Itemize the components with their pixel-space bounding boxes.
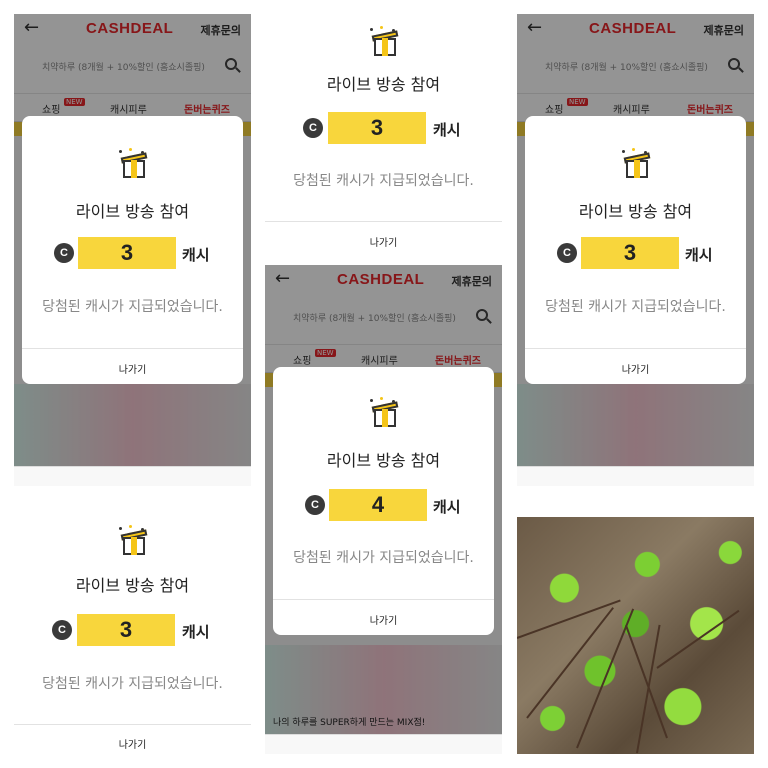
screenshot-panel-2: 라이브 방송 참여 C 3 캐시 당첨된 캐시가 지급되었습니다. 나가기 [265,14,502,251]
cash-unit: 캐시 [182,246,210,264]
exit-button[interactable]: 나가기 [265,234,502,249]
cash-amount: 3 [78,237,176,269]
modal-title: 라이브 방송 참여 [75,202,190,221]
exit-button[interactable]: 나가기 [525,361,746,376]
gift-icon [618,148,654,180]
modal-divider [22,348,243,349]
coin-icon: C [557,243,577,263]
modal-title: 라이브 방송 참여 [326,75,441,94]
exit-button[interactable]: 나가기 [273,612,494,627]
coin-icon: C [52,620,72,640]
modal-divider [525,348,746,349]
screenshot-panel-1: ← CASHDEAL 제휴문의 치약하루 (8개월 + 10%할인 (홈쇼시졸핑… [14,14,251,486]
modal-divider [265,221,502,222]
cash-unit: 캐시 [685,246,713,264]
modal-title: 라이브 방송 참여 [578,202,693,221]
coin-icon: C [303,118,323,138]
result-message: 당첨된 캐시가 지급되었습니다. [42,299,223,315]
modal-divider [14,724,251,725]
shrub-photo [517,517,754,754]
reward-modal: 라이브 방송 참여 C 3 캐시 당첨된 캐시가 지급되었습니다. 나가기 [525,116,746,384]
modal-title: 라이브 방송 참여 [75,576,190,595]
coin-icon: C [305,495,325,515]
cash-amount: 4 [329,489,427,521]
exit-button[interactable]: 나가기 [22,361,243,376]
system-nav-bar [14,466,251,486]
reward-modal: 라이브 방송 참여 C 4 캐시 당첨된 캐시가 지급되었습니다. 나가기 [273,367,494,635]
screenshot-panel-5: 라이브 방송 참여 C 3 캐시 당첨된 캐시가 지급되었습니다. 나가기 [14,517,251,754]
screenshot-panel-4: ← CASHDEAL 제휴문의 치약하루 (8개월 + 10%할인 (홈쇼시졸핑… [265,265,502,754]
cash-amount: 3 [77,614,175,646]
cash-unit: 캐시 [433,121,461,139]
cash-unit: 캐시 [182,623,210,641]
result-message: 당첨된 캐시가 지급되었습니다. [293,173,474,189]
gift-icon [115,525,151,557]
coin-icon: C [54,243,74,263]
result-message: 당첨된 캐시가 지급되었습니다. [42,676,223,692]
exit-button[interactable]: 나가기 [14,736,251,751]
reward-modal: 라이브 방송 참여 C 3 캐시 당첨된 캐시가 지급되었습니다. 나가기 [22,116,243,384]
gift-icon [366,397,402,429]
screenshot-panel-3: ← CASHDEAL 제휴문의 치약하루 (8개월 + 10%할인 (홈쇼시졸핑… [517,14,754,486]
result-message: 당첨된 캐시가 지급되었습니다. [293,550,474,566]
system-nav-bar [517,466,754,486]
gift-icon [115,148,151,180]
result-message: 당첨된 캐시가 지급되었습니다. [545,299,726,315]
system-nav-bar [265,734,502,754]
cash-amount: 3 [581,237,679,269]
gift-icon [366,26,402,58]
cash-unit: 캐시 [433,498,461,516]
cash-amount: 3 [328,112,426,144]
reward-modal: 라이브 방송 참여 C 3 캐시 당첨된 캐시가 지급되었습니다. 나가기 [265,14,502,251]
modal-title: 라이브 방송 참여 [326,451,441,470]
modal-divider [273,599,494,600]
reward-modal: 라이브 방송 참여 C 3 캐시 당첨된 캐시가 지급되었습니다. 나가기 [14,517,251,754]
